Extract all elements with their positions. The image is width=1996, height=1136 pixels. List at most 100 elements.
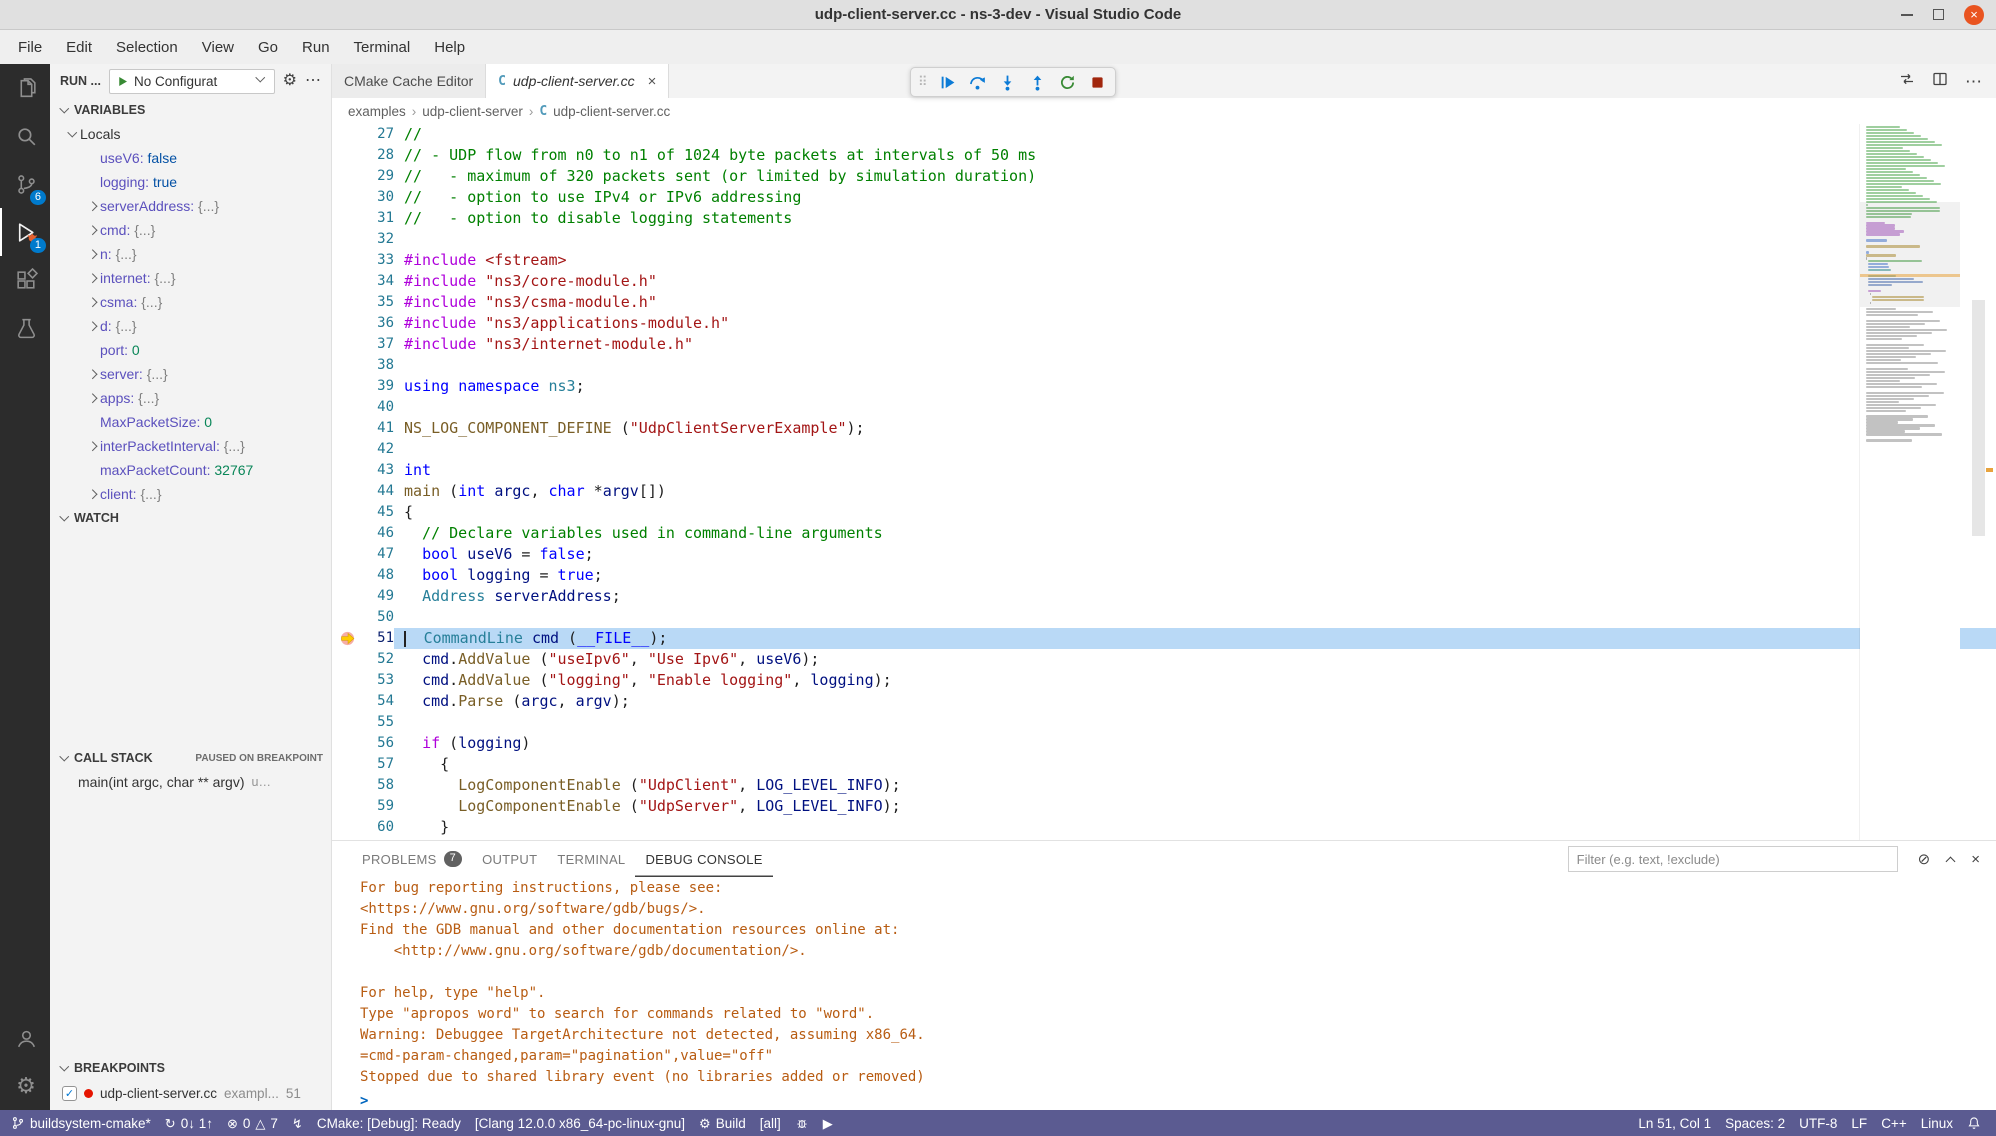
source-control-icon[interactable]: 6 xyxy=(0,160,50,208)
menu-view[interactable]: View xyxy=(190,30,246,64)
variable-row-cmd[interactable]: cmd: {...} xyxy=(50,218,331,242)
maximize-panel-icon[interactable] xyxy=(1945,854,1956,865)
language-mode[interactable]: C++ xyxy=(1874,1110,1914,1136)
open-changes-icon[interactable] xyxy=(1899,71,1915,92)
code-line-46[interactable]: 46 // Declare variables used in command-… xyxy=(332,523,1996,544)
code-line-28[interactable]: 28// - UDP flow from n0 to n1 of 1024 by… xyxy=(332,145,1996,166)
continue-button[interactable] xyxy=(934,69,961,95)
close-window-icon[interactable]: × xyxy=(1964,5,1984,25)
menu-run[interactable]: Run xyxy=(290,30,342,64)
code-line-48[interactable]: 48 bool logging = true; xyxy=(332,565,1996,586)
explorer-icon[interactable] xyxy=(0,64,50,112)
stop-button[interactable] xyxy=(1084,69,1111,95)
problems-status[interactable]: ⊗0△7 xyxy=(220,1110,285,1136)
breakpoints-section-header[interactable]: BREAKPOINTS xyxy=(50,1056,331,1080)
code-line-37[interactable]: 37#include "ns3/internet-module.h" xyxy=(332,334,1996,355)
variable-row-logging[interactable]: logging: true xyxy=(50,170,331,194)
cmake-status[interactable]: CMake: [Debug]: Ready xyxy=(310,1110,468,1136)
debug-config-dropdown[interactable]: No Configurat xyxy=(109,69,275,94)
breakpoint-row[interactable]: ✓ udp-client-server.cc exampl... 51 xyxy=(50,1080,331,1106)
breakpoint-checkbox[interactable]: ✓ xyxy=(62,1086,77,1101)
run-and-debug-icon[interactable]: 1 xyxy=(0,208,50,256)
account-icon[interactable] xyxy=(0,1014,50,1062)
drag-handle-icon[interactable]: ⠿ xyxy=(915,74,931,90)
code-line-27[interactable]: 27// xyxy=(332,124,1996,145)
code-line-43[interactable]: 43int xyxy=(332,460,1996,481)
code-line-30[interactable]: 30// - option to use IPv4 or IPv6 addres… xyxy=(332,187,1996,208)
testing-icon[interactable] xyxy=(0,304,50,352)
menu-file[interactable]: File xyxy=(6,30,54,64)
cmake-kit[interactable]: [Clang 12.0.0 x86_64-pc-linux-gnu] xyxy=(468,1110,692,1136)
close-tab-icon[interactable]: × xyxy=(648,73,657,90)
minimize-icon[interactable] xyxy=(1901,14,1913,16)
clear-console-icon[interactable]: ⊘ xyxy=(1918,852,1931,867)
code-line-61[interactable]: 61 xyxy=(332,838,1996,840)
code-line-35[interactable]: 35#include "ns3/csma-module.h" xyxy=(332,292,1996,313)
panel-tab-debug-console[interactable]: DEBUG CONSOLE xyxy=(635,841,772,877)
code-line-55[interactable]: 55 xyxy=(332,712,1996,733)
code-line-50[interactable]: 50 xyxy=(332,607,1996,628)
code-line-45[interactable]: 45{ xyxy=(332,502,1996,523)
variable-row-server[interactable]: server: {...} xyxy=(50,362,331,386)
watch-section-header[interactable]: WATCH xyxy=(50,506,331,530)
variable-row-csma[interactable]: csma: {...} xyxy=(50,290,331,314)
step-over-button[interactable] xyxy=(964,69,991,95)
code-line-58[interactable]: 58 LogComponentEnable ("UdpClient", LOG_… xyxy=(332,775,1996,796)
debug-console-output[interactable]: For bug reporting instructions, please s… xyxy=(332,877,1996,1110)
cmake-build-button[interactable]: ⚙Build xyxy=(692,1110,753,1136)
variable-row-internet[interactable]: internet: {...} xyxy=(50,266,331,290)
code-line-52[interactable]: 52 cmd.AddValue ("useIpv6", "Use Ipv6", … xyxy=(332,649,1996,670)
scrollbar-thumb[interactable] xyxy=(1972,300,1985,536)
stack-frame-row[interactable]: main(int argc, char ** argv) u… xyxy=(50,770,331,794)
code-line-57[interactable]: 57 { xyxy=(332,754,1996,775)
restart-button[interactable] xyxy=(1054,69,1081,95)
menu-edit[interactable]: Edit xyxy=(54,30,104,64)
code-line-39[interactable]: 39using namespace ns3; xyxy=(332,376,1996,397)
variable-row-maxpacketcount[interactable]: maxPacketCount: 32767 xyxy=(50,458,331,482)
code-line-53[interactable]: 53 cmd.AddValue ("logging", "Enable logg… xyxy=(332,670,1996,691)
variable-row-port[interactable]: port: 0 xyxy=(50,338,331,362)
menu-selection[interactable]: Selection xyxy=(104,30,190,64)
more-actions-icon[interactable]: ⋯ xyxy=(1965,73,1982,90)
cmake-launch-button[interactable]: ▶ xyxy=(816,1110,840,1136)
call-stack-section-header[interactable]: CALL STACK PAUSED ON BREAKPOINT xyxy=(50,746,331,770)
code-line-29[interactable]: 29// - maximum of 320 packets sent (or l… xyxy=(332,166,1996,187)
console-filter-input[interactable] xyxy=(1568,846,1898,872)
code-line-40[interactable]: 40 xyxy=(332,397,1996,418)
code-line-34[interactable]: 34#include "ns3/core-module.h" xyxy=(332,271,1996,292)
code-line-56[interactable]: 56 if (logging) xyxy=(332,733,1996,754)
indentation[interactable]: Spaces: 2 xyxy=(1718,1110,1792,1136)
split-editor-icon[interactable] xyxy=(1932,71,1948,92)
code-line-33[interactable]: 33#include <fstream> xyxy=(332,250,1996,271)
variable-row-n[interactable]: n: {...} xyxy=(50,242,331,266)
code-line-31[interactable]: 31// - option to disable logging stateme… xyxy=(332,208,1996,229)
breadcrumb-item[interactable]: udp-client-server xyxy=(422,104,523,119)
notifications-bell[interactable] xyxy=(1960,1110,1988,1136)
panel-tab-terminal[interactable]: TERMINAL xyxy=(547,841,635,877)
search-icon[interactable] xyxy=(0,112,50,160)
breadcrumb-item[interactable]: examples xyxy=(348,104,406,119)
code-line-51[interactable]: 51 CommandLine cmd (__FILE__); xyxy=(332,628,1996,649)
variable-row-maxpacketsize[interactable]: MaxPacketSize: 0 xyxy=(50,410,331,434)
variable-row-usev6[interactable]: useV6: false xyxy=(50,146,331,170)
panel-tab-problems[interactable]: PROBLEMS7 xyxy=(352,841,472,877)
encoding[interactable]: UTF-8 xyxy=(1792,1110,1844,1136)
code-line-47[interactable]: 47 bool useV6 = false; xyxy=(332,544,1996,565)
cmake-bolt-status[interactable]: ↯ xyxy=(285,1110,310,1136)
settings-gear-icon[interactable]: ⚙ xyxy=(0,1062,50,1110)
launch-settings-gear-icon[interactable]: ⚙ xyxy=(283,73,297,89)
code-editor[interactable]: 27//28// - UDP flow from n0 to n1 of 102… xyxy=(332,124,1996,840)
code-line-41[interactable]: 41NS_LOG_COMPONENT_DEFINE ("UdpClientSer… xyxy=(332,418,1996,439)
code-line-42[interactable]: 42 xyxy=(332,439,1996,460)
variable-row-d[interactable]: d: {...} xyxy=(50,314,331,338)
git-sync-status[interactable]: ↻0↓ 1↑ xyxy=(158,1110,220,1136)
maximize-icon[interactable] xyxy=(1933,9,1944,20)
variable-row-apps[interactable]: apps: {...} xyxy=(50,386,331,410)
cmake-build-target[interactable]: [all] xyxy=(753,1110,788,1136)
variable-row-client[interactable]: client: {...} xyxy=(50,482,331,506)
code-line-59[interactable]: 59 LogComponentEnable ("UdpServer", LOG_… xyxy=(332,796,1996,817)
menu-help[interactable]: Help xyxy=(422,30,477,64)
menu-terminal[interactable]: Terminal xyxy=(342,30,423,64)
menu-go[interactable]: Go xyxy=(246,30,290,64)
more-actions-icon[interactable]: ⋯ xyxy=(305,73,321,89)
